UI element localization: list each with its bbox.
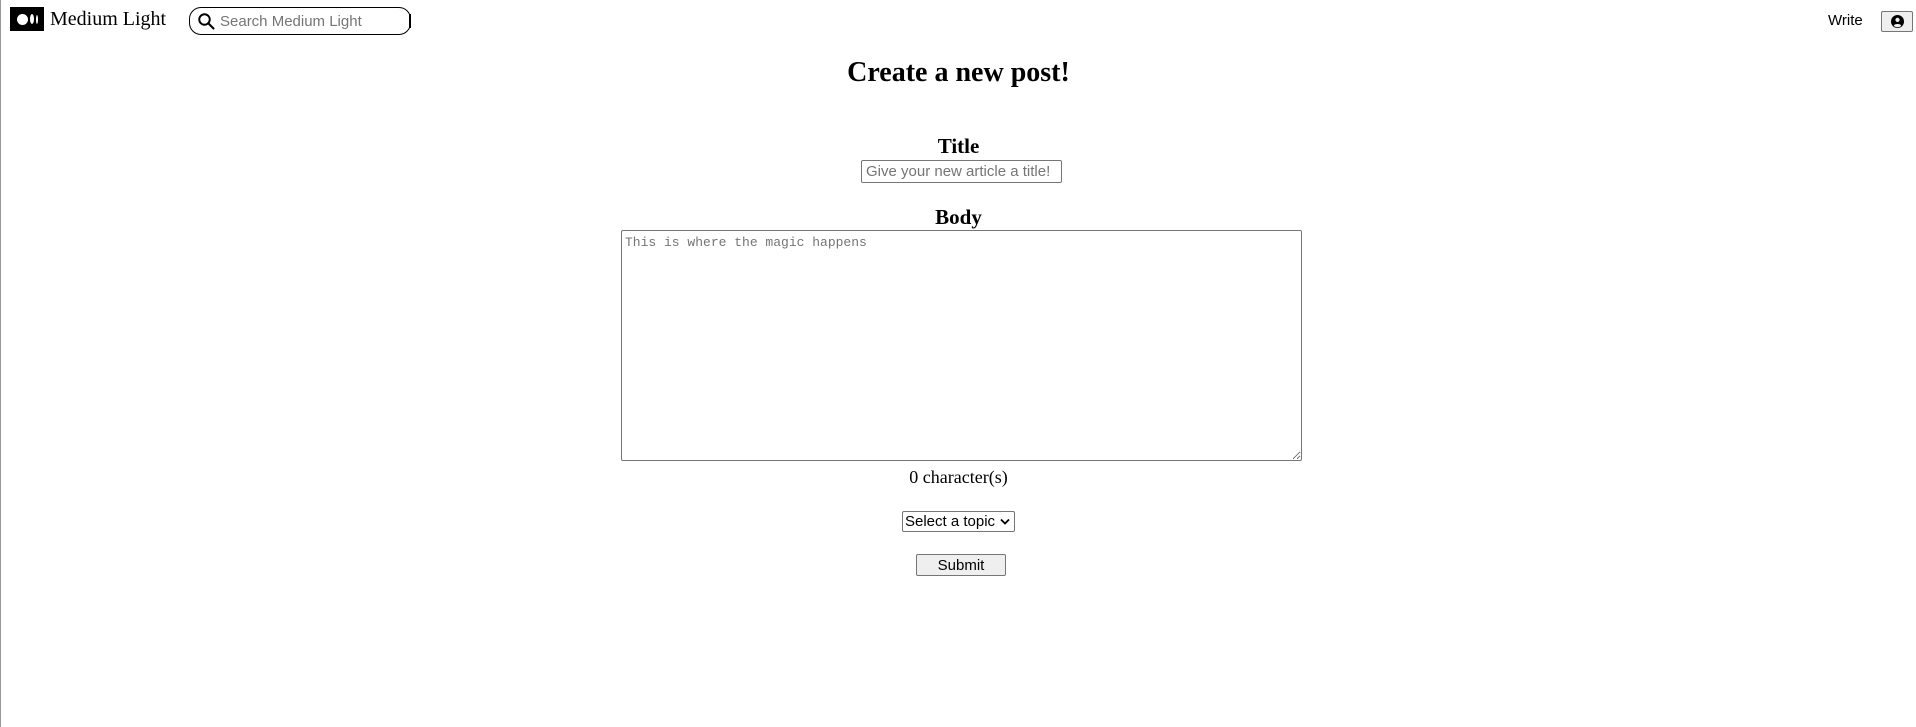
user-circle-icon [1890,15,1904,28]
topic-select[interactable]: Select a topic [902,511,1016,532]
body-textarea[interactable] [621,230,1302,461]
profile-button[interactable] [1881,11,1913,32]
write-link[interactable]: Write [1828,12,1863,29]
search-input[interactable] [218,11,407,31]
topic-select-value: Select a topic [905,513,996,530]
page: Medium Light Write Create a new post! Ti… [0,0,1916,727]
title-label: Title [937,134,980,158]
brand-name: Medium Light [50,8,167,30]
character-count: 0 character(s) [909,467,1008,487]
body-label: Body [935,205,982,229]
chevron-down-icon [1000,518,1010,525]
title-input[interactable] [861,160,1062,183]
brand-home-link[interactable]: Medium Light [10,7,166,31]
search-bar-edge [409,14,411,28]
medium-logo-icon [10,7,44,31]
submit-button[interactable]: Submit [916,554,1006,576]
page-title: Create a new post! [847,57,1070,88]
search-bar[interactable] [189,7,411,35]
top-navbar: Medium Light Write [1,0,1916,44]
search-icon [198,13,215,30]
